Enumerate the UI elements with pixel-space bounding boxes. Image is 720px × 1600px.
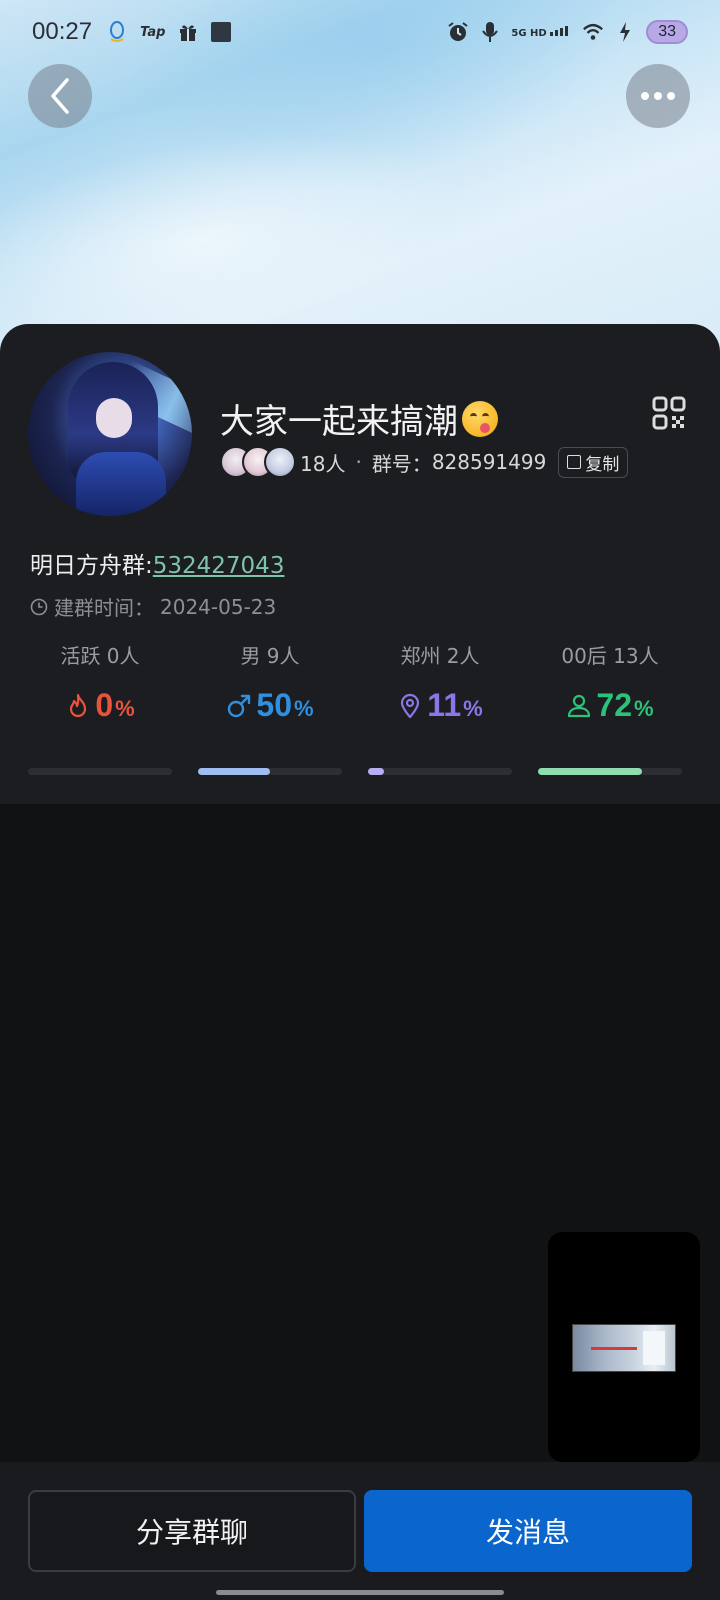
group-id-value: 828591499 [431, 450, 547, 474]
male-icon [228, 694, 251, 717]
stat-age[interactable]: 00后 13人 72% [538, 640, 682, 724]
qr-code-icon [652, 396, 686, 430]
bottom-action-bar: 分享群聊 发消息 [0, 1462, 720, 1600]
chevron-left-icon [51, 78, 69, 114]
qr-code-button[interactable] [652, 396, 686, 430]
battery-indicator: 33 [646, 20, 688, 44]
more-options-button[interactable] [626, 64, 690, 128]
stat-male[interactable]: 男 9人 50% [198, 640, 342, 724]
location-pin-icon [401, 693, 420, 718]
stat-value: 72% [538, 687, 682, 724]
stat-progress-active [28, 768, 172, 775]
yum-emoji-icon [462, 401, 498, 437]
copy-label: 复制 [585, 454, 620, 475]
share-group-button[interactable]: 分享群聊 [28, 1490, 356, 1572]
group-description: 明日方舟群:532427043 [30, 546, 284, 580]
stat-value: 0% [28, 687, 172, 724]
status-bar: 00:27 Tap 5G HD 33 [0, 0, 720, 64]
stat-label: 活跃 0人 [60, 644, 140, 668]
clock-icon [30, 598, 48, 615]
stat-label: 郑州 2人 [400, 644, 480, 668]
wifi-icon [582, 21, 604, 43]
floating-video-preview[interactable] [548, 1232, 700, 1462]
gift-icon [177, 21, 199, 43]
copy-icon [567, 455, 582, 469]
preview-thumbnail [572, 1324, 676, 1372]
taptap-notification-icon: Tap [140, 24, 166, 40]
group-id-label: 群号： [371, 451, 432, 476]
microphone-icon [479, 21, 501, 43]
qq-notification-icon [106, 21, 128, 43]
group-stats: 活跃 0人 0% 男 9人 50% 郑州 2人 11% 00后 13人 72 % [0, 640, 720, 780]
stat-location[interactable]: 郑州 2人 11% [368, 640, 512, 724]
stat-progress-age [538, 768, 682, 775]
flame-icon [70, 693, 87, 717]
created-label: 建群时间： [54, 596, 154, 620]
stat-progress-male [198, 768, 342, 775]
network-type-label: 5G HD [511, 25, 572, 39]
created-value: 2024-05-23 [160, 594, 277, 619]
created-date-row: 建群时间： 2024-05-23 [30, 592, 276, 621]
person-icon [568, 694, 591, 717]
stat-active[interactable]: 活跃 0人 0% [28, 640, 172, 724]
stat-progress-location [368, 768, 512, 775]
send-message-button[interactable]: 发消息 [364, 1490, 692, 1572]
group-info-card: 大家一起来搞潮 18人 · 群号： 828591499 复制 明日方舟群:532… [0, 324, 720, 804]
app-notification-icon [211, 22, 232, 42]
member-avatars[interactable] [220, 446, 296, 478]
member-count[interactable]: 18人 [300, 448, 345, 477]
group-title: 大家一起来搞潮 [220, 394, 498, 443]
group-avatar[interactable] [28, 352, 192, 516]
copy-button[interactable]: 复制 [558, 446, 629, 478]
separator-dot: · [355, 450, 362, 474]
alarm-icon [447, 21, 469, 43]
avatar [264, 446, 296, 478]
status-time: 00:27 [32, 18, 93, 45]
description-text: 明日方舟群: [30, 553, 153, 579]
group-meta-row: 18人 · 群号： 828591499 复制 [220, 444, 629, 480]
charging-icon [614, 21, 636, 43]
description-link[interactable]: 532427043 [153, 553, 285, 579]
back-button[interactable] [28, 64, 92, 128]
stat-label: 00后 13人 [561, 644, 659, 668]
more-dots-icon [641, 92, 675, 100]
stat-value: 50% [198, 687, 342, 724]
home-indicator[interactable] [216, 1590, 504, 1595]
stat-value: 11% [368, 687, 512, 724]
stat-label: 男 9人 [240, 644, 300, 668]
